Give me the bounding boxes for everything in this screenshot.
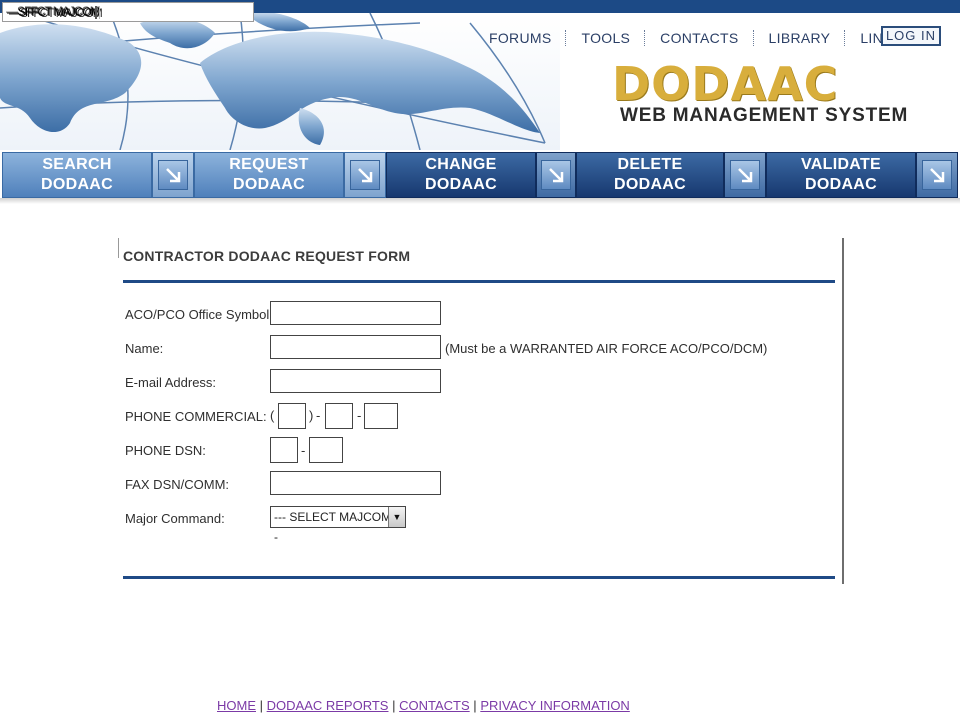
arrow-down-right-icon bbox=[549, 168, 564, 183]
login-button[interactable]: LOG IN bbox=[881, 26, 941, 46]
aco-office-symbol-input[interactable] bbox=[270, 301, 441, 325]
name-input[interactable] bbox=[270, 335, 441, 359]
menu-search-arrow[interactable] bbox=[152, 152, 194, 198]
name-note: (Must be a WARRANTED AIR FORCE ACO/PCO/D… bbox=[445, 341, 768, 356]
email-label: E-mail Address: bbox=[125, 375, 217, 390]
dash: - bbox=[316, 408, 321, 423]
menu-label-line1: CHANGE bbox=[425, 156, 497, 173]
nav-separator bbox=[644, 30, 646, 46]
nav-separator bbox=[565, 30, 567, 46]
globe-banner bbox=[0, 13, 560, 150]
menu-label-line1: SEARCH bbox=[42, 156, 112, 173]
phone-commercial-label: PHONE COMMERCIAL: bbox=[125, 409, 267, 424]
footer-links: HOME | DODAAC REPORTS | CONTACTS | PRIVA… bbox=[217, 698, 630, 713]
majcom-select[interactable]: --- SELECT MAJCOM --- ▼ bbox=[270, 506, 406, 544]
menu-change-arrow[interactable] bbox=[536, 152, 576, 198]
menu-search-dodaac[interactable]: SEARCH DODAAC bbox=[2, 152, 152, 198]
nav-contacts[interactable]: CONTACTS bbox=[660, 30, 738, 46]
form-right-border bbox=[842, 238, 844, 584]
aco-label: ACO/PCO Office Symbol: bbox=[125, 307, 273, 322]
arrow-down-right-icon bbox=[738, 168, 753, 183]
paren-open: ( bbox=[270, 408, 275, 423]
phone-area-code-input[interactable] bbox=[278, 403, 306, 429]
menu-delete-dodaac[interactable]: DELETE DODAAC bbox=[576, 152, 724, 198]
menu-label-line2: DODAAC bbox=[613, 176, 687, 193]
menu-label-line1: VALIDATE bbox=[800, 156, 882, 173]
footer-dodaac-reports-link[interactable]: DODAAC REPORTS bbox=[267, 698, 389, 713]
nav-tools[interactable]: TOOLS bbox=[581, 30, 630, 46]
dsn-line-input[interactable] bbox=[309, 437, 343, 463]
footer-separator: | bbox=[392, 698, 396, 713]
majcom-quick-select[interactable]: —SFFCT MAJCOM —SFFCT MAJCOM —SFFCT MAJCO… bbox=[2, 2, 254, 22]
nav-forums[interactable]: FORUMS bbox=[489, 30, 551, 46]
menu-label-line1: REQUEST bbox=[229, 156, 309, 173]
fax-input[interactable] bbox=[270, 471, 441, 495]
quick-select-text-ghost-2: —SFFCT MAJCOM bbox=[6, 4, 100, 18]
nav-library[interactable]: LIBRARY bbox=[769, 30, 831, 46]
dash: - bbox=[301, 443, 306, 458]
footer-contacts-link[interactable]: CONTACTS bbox=[399, 698, 470, 713]
menu-label-line1: DELETE bbox=[617, 156, 683, 173]
footer-privacy-link[interactable]: PRIVACY INFORMATION bbox=[480, 698, 630, 713]
form-top-rule bbox=[123, 280, 835, 283]
menu-label-line2: DODAAC bbox=[40, 176, 114, 193]
form-title: CONTRACTOR DODAAC REQUEST FORM bbox=[123, 248, 411, 264]
arrow-down-right-icon bbox=[930, 168, 945, 183]
contractor-request-form: CONTRACTOR DODAAC REQUEST FORM ACO/PCO O… bbox=[118, 238, 844, 584]
chevron-down-icon[interactable]: ▼ bbox=[388, 507, 405, 527]
nav-separator bbox=[752, 30, 755, 46]
menu-label-line2: DODAAC bbox=[424, 176, 498, 193]
dodaac-logo: DODAAC bbox=[612, 57, 839, 111]
form-left-border bbox=[118, 238, 119, 258]
fax-label: FAX DSN/COMM: bbox=[125, 477, 230, 492]
arrow-down-right-icon bbox=[358, 168, 373, 183]
form-bottom-rule bbox=[123, 576, 835, 579]
phone-dsn-label: PHONE DSN: bbox=[125, 443, 206, 458]
paren-close: ) bbox=[309, 408, 314, 423]
majcom-selected-value: --- SELECT MAJCOM --- bbox=[274, 510, 403, 544]
site-header: FORUMS TOOLS CONTACTS LIBRARY LINKS LOG … bbox=[0, 0, 960, 150]
footer-separator: | bbox=[259, 698, 264, 713]
menu-shadow bbox=[0, 198, 960, 204]
text-cursor bbox=[95, 6, 97, 19]
menu-delete-arrow[interactable] bbox=[724, 152, 766, 198]
menu-change-dodaac[interactable]: CHANGE DODAAC bbox=[386, 152, 536, 198]
top-nav: FORUMS TOOLS CONTACTS LIBRARY LINKS bbox=[489, 28, 902, 48]
text-cursor-shadow bbox=[99, 6, 100, 19]
nav-separator bbox=[844, 30, 846, 46]
majcom-label: Major Command: bbox=[125, 511, 225, 526]
phone-prefix-input[interactable] bbox=[325, 403, 353, 429]
footer-home-link[interactable]: HOME bbox=[217, 698, 256, 713]
menu-request-arrow[interactable] bbox=[344, 152, 386, 198]
name-label: Name: bbox=[125, 341, 164, 356]
arrow-down-right-icon bbox=[166, 168, 181, 183]
dsn-prefix-input[interactable] bbox=[270, 437, 298, 463]
menu-validate-dodaac[interactable]: VALIDATE DODAAC bbox=[766, 152, 916, 198]
menu-label-line2: DODAAC bbox=[804, 176, 878, 193]
dash: - bbox=[357, 408, 362, 423]
menu-label-line2: DODAAC bbox=[232, 176, 306, 193]
logo-subtitle: WEB MANAGEMENT SYSTEM bbox=[620, 105, 909, 126]
email-input[interactable] bbox=[270, 369, 441, 393]
footer-separator: | bbox=[473, 698, 477, 713]
phone-line-input[interactable] bbox=[364, 403, 398, 429]
menu-validate-arrow[interactable] bbox=[916, 152, 958, 198]
menu-request-dodaac[interactable]: REQUEST DODAAC bbox=[194, 152, 344, 198]
